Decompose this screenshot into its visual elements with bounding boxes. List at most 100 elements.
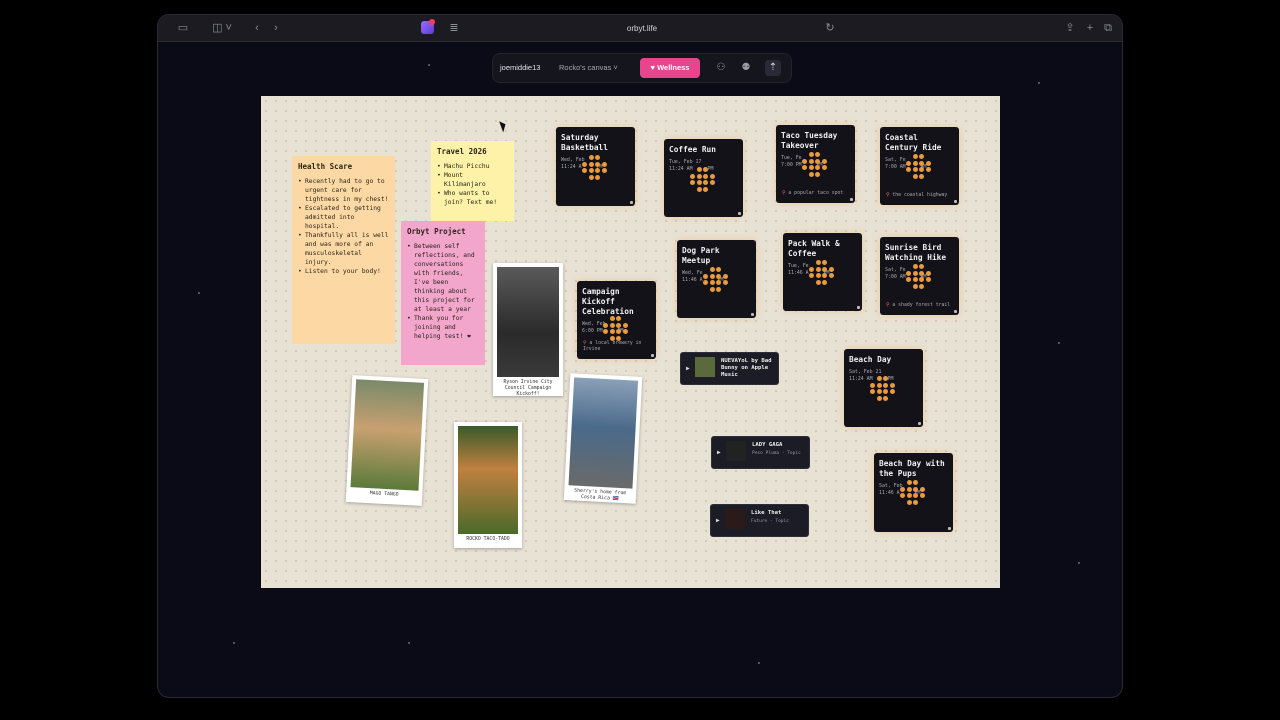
attendee-dot: [601, 168, 607, 173]
resize-handle[interactable]: [850, 198, 853, 201]
canvas-board[interactable]: Health Scare Recently had to go to urgen…: [261, 96, 1000, 588]
attendee-dot: [716, 273, 721, 279]
attendee-dot: [582, 161, 587, 167]
resize-handle[interactable]: [651, 354, 654, 357]
profile-icon[interactable]: ⚉: [738, 60, 754, 76]
event-location: ⚲ a popular taco spot: [782, 191, 843, 197]
tabs-icon[interactable]: ⧉: [1102, 21, 1114, 36]
new-tab-icon[interactable]: +: [1084, 21, 1096, 36]
music-card-like-that[interactable]: ▶ Like That Future - Topic: [710, 504, 809, 537]
photo-caption: Ryson Irvine City Council Campaign Kicko…: [503, 380, 553, 397]
note-travel-2026[interactable]: Travel 2026 Machu Picchu Mount Kilimanja…: [431, 141, 514, 221]
play-icon[interactable]: ▶: [717, 449, 721, 456]
play-icon[interactable]: ▶: [716, 517, 720, 524]
resize-handle[interactable]: [857, 306, 860, 309]
attendee-dot: [815, 260, 821, 265]
play-icon[interactable]: ▶: [686, 365, 690, 372]
event-card-coastal-century-ride[interactable]: Coastal Century Ride Sat, Fe 7:00 AM AM ⚲…: [880, 127, 959, 205]
attendee-dots: [603, 316, 628, 341]
attendee-dots: [582, 155, 607, 180]
event-card-sunrise-bird-watching[interactable]: Sunrise Bird Watching Hike Sat, Fe 7:00 A…: [880, 237, 959, 315]
attendee-dot: [696, 167, 702, 172]
attendee-dot: [815, 266, 821, 272]
attendee-dot: [815, 171, 820, 177]
event-time: 7:00 AM: [885, 164, 906, 170]
resize-handle[interactable]: [948, 527, 951, 530]
event-card-beach-day[interactable]: Beach Day Sat, Feb 21 11:24 AM PM: [844, 349, 923, 427]
add-friend-icon[interactable]: ⚇: [713, 60, 729, 76]
heart-icon: ♥: [650, 63, 655, 72]
photo-sherry[interactable]: Sherry's home from Costa Rica 🇨🇷: [563, 373, 643, 504]
note-item: Recently had to go to urgent care for ti…: [298, 177, 389, 204]
attendee-dot: [808, 158, 814, 164]
sidebar-toggle-icon[interactable]: ▭: [176, 21, 190, 36]
attendee-dot: [703, 167, 708, 172]
attendee-dot: [703, 180, 708, 185]
photo-mago[interactable]: MAGO TANGO: [345, 375, 429, 506]
username[interactable]: joemiddie13: [500, 54, 540, 82]
photo-image: [497, 267, 559, 377]
address-bar[interactable]: orbyt.life: [612, 21, 672, 37]
event-location: ⚲ a local brewery in Irvine: [583, 341, 656, 353]
event-title: Taco Tuesday Takeover: [781, 131, 838, 150]
event-card-taco-tuesday[interactable]: Taco Tuesday Takeover Tue, Fe 7:00 PM PM …: [776, 125, 855, 203]
share-icon[interactable]: ⇪: [1064, 21, 1076, 36]
reload-icon[interactable]: ↻: [824, 21, 836, 36]
note-orbyt-project[interactable]: Orbyt Project Between self reflections, …: [401, 221, 485, 365]
photo-council-kickoff[interactable]: Ryson Irvine City Council Campaign Kicko…: [493, 263, 563, 397]
resize-handle[interactable]: [954, 310, 957, 313]
music-card-lady-gaga[interactable]: ▶ LADY GAGA Peso Pluma - Topic: [711, 436, 810, 469]
attendee-dot: [616, 322, 621, 328]
resize-handle[interactable]: [751, 313, 754, 316]
attendee-dot: [900, 493, 905, 498]
event-title: Sunrise Bird Watching Hike: [885, 243, 947, 262]
event-card-saturday-basketball[interactable]: Saturday Basketball Wed, Feb 11:24 A PM: [556, 127, 635, 206]
event-card-dog-park-meetup[interactable]: Dog Park Meetup Wed, Fe 11:46 A PM: [677, 240, 756, 318]
event-card-beach-day-pups[interactable]: Beach Day with the Pups Sat, Feb 11:46 A …: [874, 453, 953, 532]
music-card-nuevayol[interactable]: ▶ NUEVAYoL by Bad Bunny on Apple Music: [680, 352, 779, 385]
upload-icon[interactable]: ⇡: [765, 60, 781, 76]
resize-handle[interactable]: [738, 212, 741, 215]
album-art: [695, 357, 715, 377]
attendee-dot: [709, 273, 715, 279]
attendee-dot: [876, 395, 882, 401]
note-title: Travel 2026: [437, 147, 487, 156]
event-location-text: a popular taco spot: [788, 191, 844, 196]
back-icon[interactable]: ‹: [251, 21, 263, 36]
event-title: Beach Day with the Pups: [879, 459, 945, 478]
photo-rocko[interactable]: ROCKO TACO-TADO: [454, 422, 522, 548]
tab-overview-icon[interactable]: ◫ ˅: [210, 21, 234, 36]
attendee-dot: [588, 168, 594, 173]
attendee-dots: [809, 260, 834, 285]
note-health-scare[interactable]: Health Scare Recently had to go to urgen…: [292, 156, 395, 344]
attendee-dot: [883, 376, 888, 381]
extension-badge: [429, 19, 435, 25]
forward-icon[interactable]: ›: [270, 21, 282, 36]
note-item: Machu Picchu: [437, 162, 508, 171]
event-location: ⚲ the coastal highway: [886, 193, 947, 199]
canvas-selector-label: Rocko's canvas: [559, 63, 612, 72]
canvas-selector[interactable]: Rocko's canvas ˅: [559, 54, 618, 82]
reader-icon[interactable]: ≣: [448, 21, 460, 36]
event-card-pack-walk-coffee[interactable]: Pack Walk & Coffee Tue, Fe 11:46 A PM: [783, 233, 862, 311]
attendee-dot: [889, 382, 895, 388]
event-card-coffee-run[interactable]: Coffee Run Tue, Feb 17 11:24 AM PM: [664, 139, 743, 217]
attendee-dot: [906, 499, 912, 505]
attendee-dot: [913, 480, 918, 485]
resize-handle[interactable]: [918, 422, 921, 425]
event-date: Sat, Fe: [885, 157, 906, 163]
attendee-dot: [609, 329, 615, 334]
attendee-dot: [703, 280, 708, 285]
wellness-button[interactable]: ♥ Wellness: [640, 58, 700, 78]
note-title: Health Scare: [298, 162, 353, 171]
resize-handle[interactable]: [954, 200, 957, 203]
attendee-dots: [900, 480, 925, 505]
attendee-dot: [808, 152, 814, 157]
resize-handle[interactable]: [630, 201, 633, 204]
event-date: Wed, Fe: [682, 270, 703, 276]
attendee-dot: [616, 316, 621, 321]
track-artist: Peso Pluma - Topic: [752, 451, 801, 456]
attendee-dot: [609, 322, 615, 328]
event-date: Tue, Fe: [788, 263, 809, 269]
event-card-campaign-kickoff[interactable]: Campaign Kickoff Celebration Wed, Feb 6:0…: [577, 281, 656, 359]
